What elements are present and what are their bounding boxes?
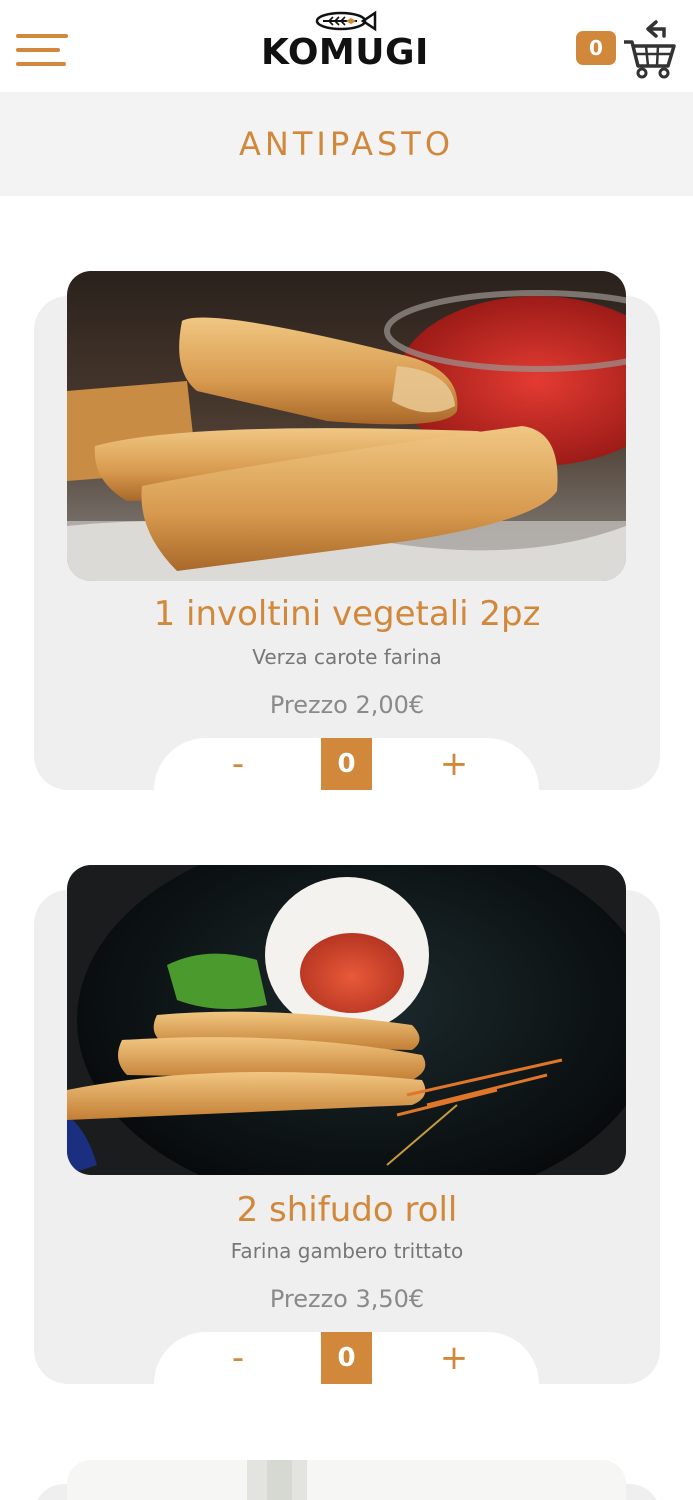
product-description: Verza carote farina xyxy=(252,645,442,669)
product-title: 2 shifudo roll xyxy=(236,1190,458,1230)
cart-count-badge: 0 xyxy=(576,31,616,65)
next-product-photo xyxy=(67,1460,626,1500)
fish-logo-icon xyxy=(315,10,377,32)
top-header: KOMUGI 0 xyxy=(0,0,693,92)
product-title: 1 involtini vegetali 2pz xyxy=(153,594,541,634)
logo-text: KOMUGI xyxy=(261,32,429,73)
menu-line xyxy=(16,62,66,66)
product-photo xyxy=(67,865,626,1175)
shopping-cart-icon[interactable] xyxy=(622,18,678,80)
product-photo xyxy=(67,1460,626,1500)
komugi-logo[interactable]: KOMUGI xyxy=(240,10,450,84)
quantity-stepper: - 0 + xyxy=(154,738,539,790)
hamburger-menu-icon[interactable] xyxy=(16,34,68,68)
spring-rolls-photo xyxy=(67,271,626,581)
product-price: Prezzo 3,50€ xyxy=(269,1285,425,1313)
quantity-value: 0 xyxy=(321,738,372,790)
shrimp-rolls-photo xyxy=(67,865,626,1175)
menu-line xyxy=(16,48,60,52)
quantity-value: 0 xyxy=(321,1332,372,1384)
decrease-quantity-button[interactable]: - xyxy=(208,1332,268,1384)
decrease-quantity-button[interactable]: - xyxy=(208,738,268,790)
product-photo xyxy=(67,271,626,581)
quantity-stepper: - 0 + xyxy=(154,1332,539,1384)
product-price: Prezzo 2,00€ xyxy=(269,691,425,719)
menu-line xyxy=(16,34,68,38)
increase-quantity-button[interactable]: + xyxy=(424,1332,484,1384)
product-description: Farina gambero trittato xyxy=(230,1239,464,1263)
section-title: ANTIPASTO xyxy=(239,125,454,163)
increase-quantity-button[interactable]: + xyxy=(424,738,484,790)
